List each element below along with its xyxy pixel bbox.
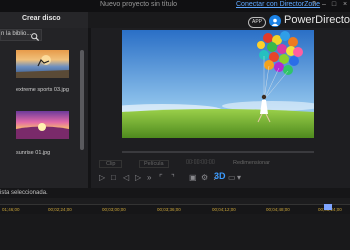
media-thumbnail-sunrise[interactable] [16,111,69,139]
ruler-tick: 00;04;12;00 [212,207,236,212]
window-title: Nuevo proyecto sin título [100,1,178,8]
clip-mode-button[interactable]: Clip [99,160,123,168]
ruler-tick: 01;46;00 [2,207,20,212]
minimize-button[interactable]: – [319,0,329,10]
dropdown-chevron-icon[interactable]: ▾ [237,173,241,182]
media-thumbnail-extreme-sports[interactable] [16,50,69,78]
library-scrollbar[interactable] [80,50,84,150]
settings-icon[interactable]: ⚙ [201,173,208,182]
subtitle-icon[interactable]: ▭ [228,173,236,182]
ruler-tick: 00;03;00;00 [102,207,126,212]
maximize-button[interactable]: □ [329,0,339,10]
close-button[interactable]: × [340,0,350,10]
playback-controls: ▷ □ ◁ ▷ » ⌜ ⌝ ▣ ⚙ ♪ 3D ▭ ▾ [91,171,350,184]
powerdirector-logo-icon [269,15,281,27]
ruler-tick: 00;04;48;00 [266,207,290,212]
prev-frame-icon[interactable]: ◁ [123,173,129,182]
help-button[interactable]: ? [309,0,319,10]
timeline-playhead[interactable] [324,204,332,210]
timecode-display: ▯▯:▯▯:▯▯:▯▯ [186,159,215,165]
app-logo-text: PowerDirector [284,14,350,26]
mark-in-icon[interactable]: ⌜ [159,173,163,182]
library-search-text: n la biblio... [1,31,32,37]
status-text: ista seleccionada. [0,190,48,196]
movie-mode-button[interactable]: Película [139,160,169,168]
next-frame-icon[interactable]: ▷ [135,173,141,182]
media-label: sunrise 01.jpg [16,150,51,156]
ruler-tick: 00;02;24;00 [48,207,72,212]
timeline-track-area[interactable] [0,214,350,250]
search-icon[interactable] [30,29,40,42]
preview-video[interactable] [122,30,314,138]
fast-forward-icon[interactable]: » [147,173,151,182]
preview-progress-bar[interactable] [122,151,314,153]
mark-out-icon[interactable]: ⌝ [171,173,175,182]
snapshot-icon[interactable]: ▣ [189,173,197,182]
tab-create-disc-label: Crear disco [22,15,61,22]
fit-dropdown[interactable]: Redimensionar [233,160,270,166]
app-badge-button[interactable]: APP [248,17,266,28]
media-label: extreme sports 03.jpg [16,87,69,93]
play-icon[interactable]: ▷ [99,173,105,182]
3d-toggle-button[interactable]: 3D [214,171,226,181]
ruler-tick: 00;03;36;00 [157,207,181,212]
stop-icon[interactable]: □ [111,173,116,182]
status-bar [0,188,350,198]
preview-mode-controls: Clip Película ▯▯:▯▯:▯▯:▯▯ Redimensionar [91,158,350,169]
directorzone-link[interactable]: Conectar con DirectorZone [236,1,320,8]
